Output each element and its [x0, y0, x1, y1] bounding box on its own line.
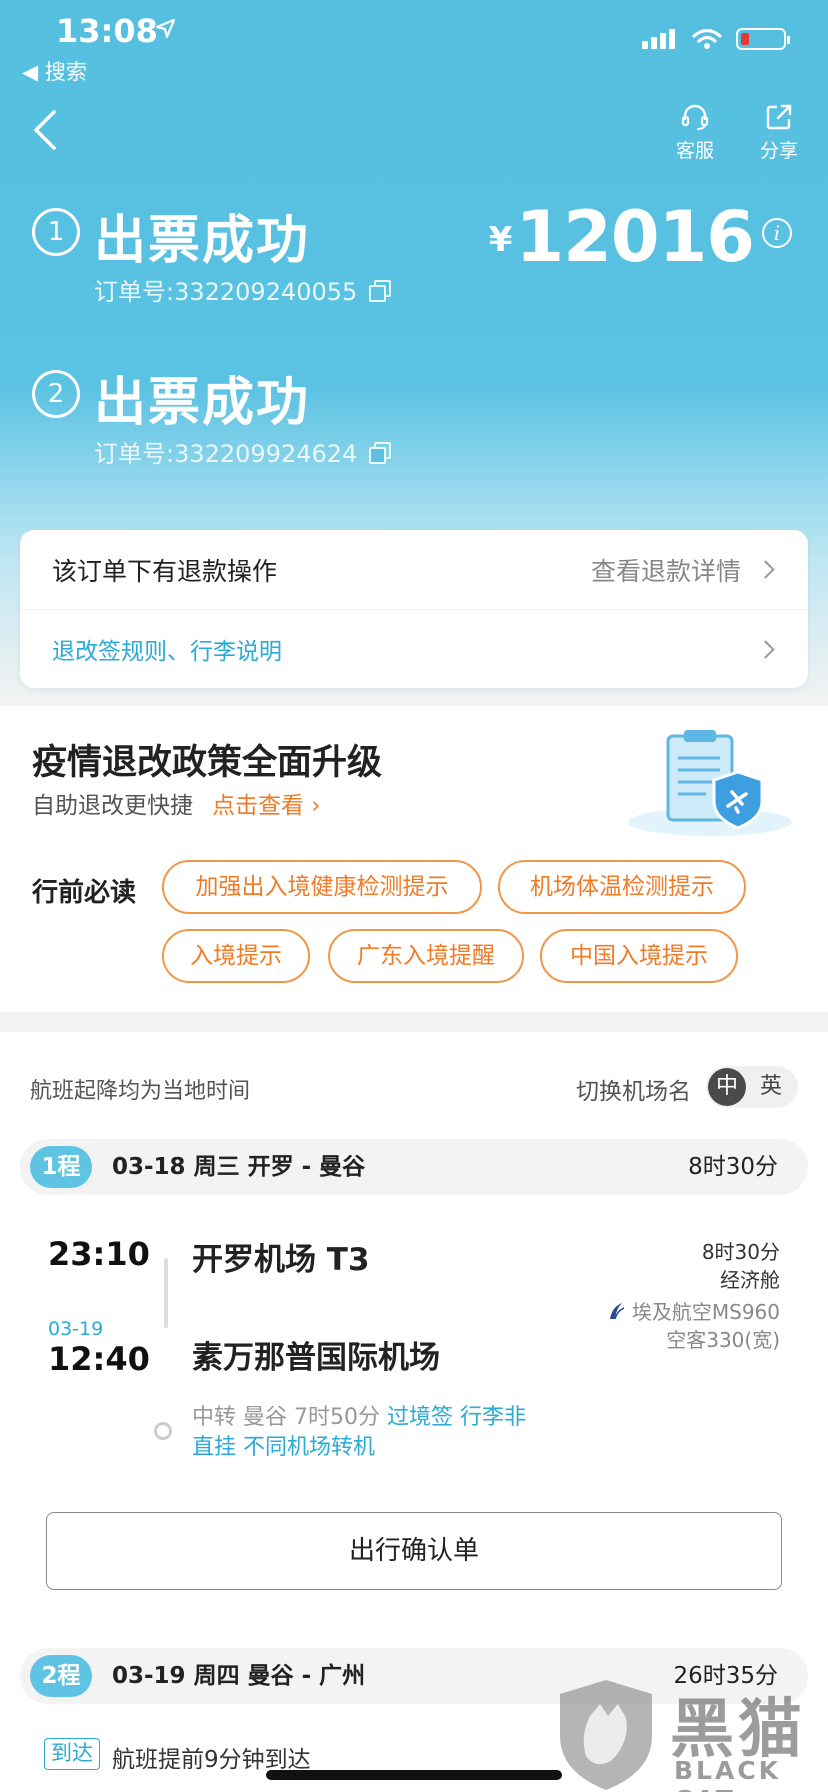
transfer-dot [154, 1422, 172, 1440]
order-2-number: 2 [32, 370, 80, 418]
order-2-status: 出票成功 [94, 373, 311, 433]
order-2-number-line[interactable]: 订单号:332209924624 [94, 434, 392, 469]
refund-card: 该订单下有退款操作 查看退款详情 退改签规则、行李说明 [20, 530, 808, 688]
segment-2-info: 03-19 周四 曼谷 - 广州 [112, 1663, 366, 1689]
departure-time: 23:10 [48, 1235, 150, 1273]
leg-duration: 8时30分 [701, 1240, 780, 1264]
wifi-icon [692, 28, 722, 49]
lang-zh: 中 [708, 1068, 746, 1106]
local-time-note: 航班起降均为当地时间 [30, 1079, 251, 1104]
segment-1-duration: 8时30分 [688, 1154, 778, 1180]
customer-service-button[interactable]: 客服 [660, 102, 730, 163]
airline-info: 埃及航空MS960 [606, 1296, 780, 1325]
black-cat-watermark: 黑猫 BLACK CAT [556, 1676, 828, 1792]
rules-row[interactable]: 退改签规则、行李说明 [20, 610, 808, 688]
airline-logo-icon [609, 1302, 625, 1319]
headset-icon [681, 104, 709, 130]
rules-link: 退改签规则、行李说明 [52, 639, 282, 665]
route-line [164, 1258, 168, 1328]
refund-detail-row[interactable]: 该订单下有退款操作 查看退款详情 [20, 530, 808, 610]
price-amount: 12016 [515, 196, 755, 278]
home-indicator [266, 1770, 562, 1780]
chevron-right-icon [756, 560, 775, 579]
copy-icon[interactable] [369, 279, 392, 302]
policy-title: 疫情退改政策全面升级 [32, 743, 383, 783]
back-to-search-link[interactable]: ◀ 搜索 [22, 56, 87, 86]
order-1-status: 出票成功 [94, 211, 311, 271]
aircraft-type: 空客330(宽) [666, 1328, 780, 1352]
customer-service-label: 客服 [675, 140, 714, 162]
segment-1-info: 03-18 周三 开罗 - 曼谷 [112, 1154, 366, 1180]
airline-flight: 埃及航空MS960 [631, 1300, 780, 1324]
total-price: ¥12016 [488, 196, 755, 278]
refund-detail-link[interactable]: 查看退款详情 [590, 552, 775, 588]
location-arrow-icon [155, 18, 176, 39]
tag-guangdong-reminder[interactable]: 广东入境提醒 [328, 929, 524, 983]
segment-1-label: 1程 [30, 1146, 92, 1188]
policy-subtitle: 自助退改更快捷 [32, 793, 193, 819]
lang-en: 英 [760, 1074, 783, 1099]
tag-temperature-check[interactable]: 机场体温检测提示 [498, 860, 746, 914]
watermark-en: BLACK CAT [674, 1756, 782, 1792]
arrival-time: 12:40 [48, 1340, 150, 1378]
signal-icon [642, 29, 678, 49]
travel-confirmation-button[interactable]: 出行确认单 [46, 1512, 782, 1590]
arrival-note: 航班提前9分钟到达 [112, 1747, 311, 1773]
cabin-class: 经济舱 [720, 1268, 780, 1292]
arrival-date: 03-19 [48, 1318, 104, 1340]
transfer-summary: 中转 曼谷 7时50分 [192, 1405, 380, 1430]
policy-link[interactable]: 点击查看 › [212, 786, 321, 820]
transfer-line-2: 直挂 不同机场转机 [192, 1435, 375, 1460]
refund-notice: 该订单下有退款操作 [52, 556, 278, 586]
switch-airport-label: 切换机场名 [576, 1079, 691, 1105]
arrival-airport: 素万那普国际机场 [192, 1340, 440, 1376]
order-1-id: 订单号:332209240055 [94, 278, 358, 306]
policy-shield-illustration [628, 730, 792, 836]
price-currency: ¥ [488, 220, 513, 260]
departure-airport: 开罗机场 T3 [192, 1242, 370, 1278]
transfer-luggage: 行李非 [460, 1405, 527, 1430]
order-1-number-line[interactable]: 订单号:332209240055 [94, 272, 392, 307]
back-arrow-icon[interactable] [30, 108, 60, 152]
status-time: 13:08 [56, 12, 158, 50]
segment-1-bar: 1程 03-18 周三 开罗 - 曼谷 8时30分 [20, 1139, 808, 1195]
transfer-visa: 过境签 [386, 1405, 453, 1430]
must-read-label: 行前必读 [32, 878, 137, 908]
battery-icon [736, 28, 790, 50]
tag-entry-notice[interactable]: 入境提示 [162, 929, 310, 983]
share-icon [766, 104, 792, 130]
share-label: 分享 [759, 140, 798, 162]
chevron-right-icon [756, 639, 775, 659]
status-icons [642, 28, 790, 50]
transfer-info: 中转 曼谷 7时50分 过境签 行李非 [192, 1402, 526, 1434]
arrival-badge: 到达 [44, 1738, 100, 1770]
share-button[interactable]: 分享 [744, 102, 814, 163]
tag-health-check[interactable]: 加强出入境健康检测提示 [162, 860, 482, 914]
order-1-number: 1 [32, 208, 80, 256]
copy-icon[interactable] [369, 441, 392, 464]
tag-china-entry[interactable]: 中国入境提示 [540, 929, 738, 983]
segment-2-label: 2程 [30, 1655, 92, 1697]
airport-language-toggle[interactable]: 中 英 [706, 1066, 798, 1108]
order-2-id: 订单号:332209924624 [94, 440, 358, 468]
price-info-icon[interactable]: i [762, 218, 792, 248]
policy-section: 疫情退改政策全面升级 自助退改更快捷 点击查看 › 行前必读 加强出入境健康检测… [0, 706, 828, 1012]
refund-detail-label: 查看退款详情 [590, 556, 741, 586]
